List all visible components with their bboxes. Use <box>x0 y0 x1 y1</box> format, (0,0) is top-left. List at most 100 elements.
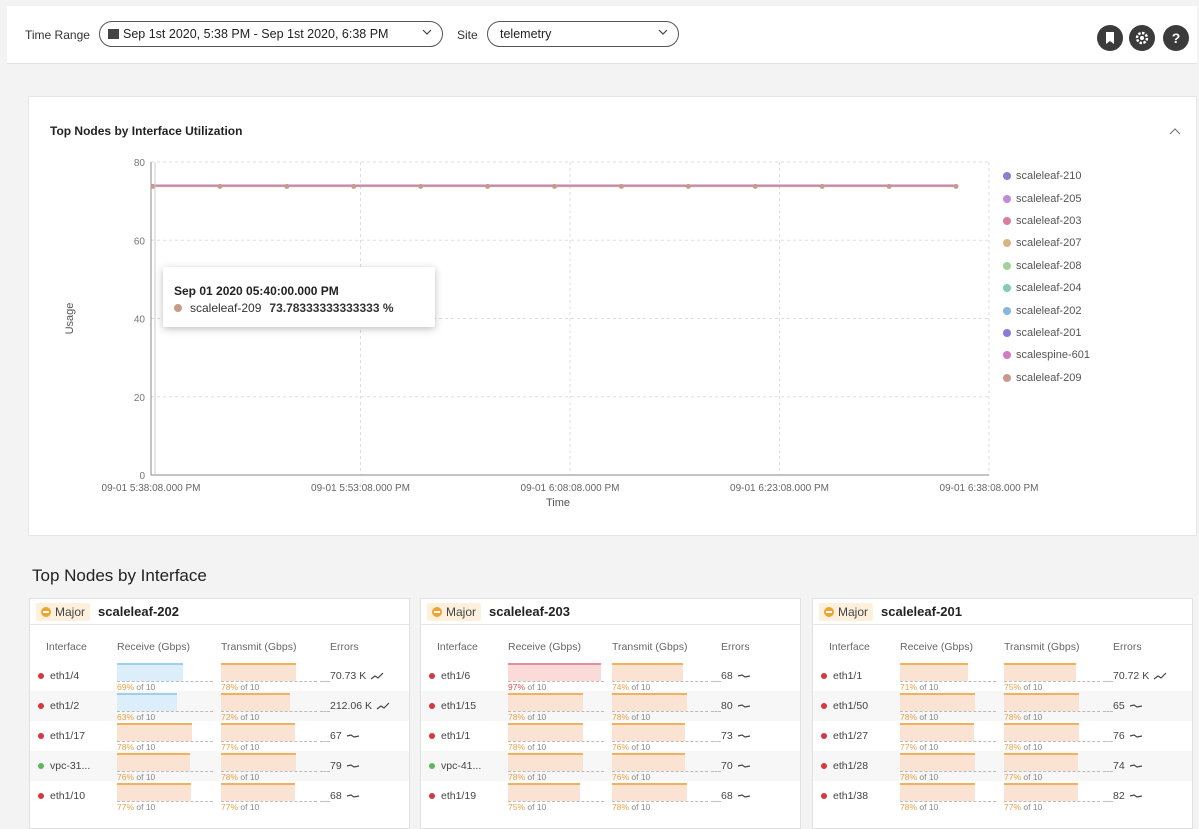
receive-bar <box>900 723 996 742</box>
errors-cell: 70 <box>721 760 751 772</box>
errors-value: 70.72 K <box>1113 670 1150 682</box>
bookmark-icon[interactable] <box>1097 25 1123 51</box>
table-row[interactable]: eth1/1 71% of 10 75% of 10 70.72 K <box>813 661 1192 692</box>
table-row[interactable]: eth1/10 77% of 10 77% of 10 68 <box>30 781 409 812</box>
table-row[interactable]: eth1/19 75% of 10 78% of 10 68 <box>421 781 800 812</box>
severity-icon <box>41 606 51 617</box>
errors-value: 70 <box>721 760 733 772</box>
table-row[interactable]: eth1/6 97% of 10 74% of 10 68 <box>421 661 800 692</box>
errors-baseline <box>711 801 721 802</box>
chart-tooltip: Sep 01 2020 05:40:00.000 PM scaleleaf-20… <box>163 267 435 327</box>
table-row[interactable]: eth1/38 78% of 10 77% of 10 82 <box>813 781 1192 812</box>
help-icon[interactable]: ? <box>1163 25 1189 51</box>
table-row[interactable]: eth1/2 63% of 10 72% of 10 212.06 K <box>30 691 409 722</box>
transmit-bar <box>1004 753 1100 772</box>
capacity-value: of 10 <box>134 802 156 812</box>
column-header: Receive (Gbps) <box>117 641 190 653</box>
bar-fill <box>612 665 683 681</box>
interface-name: vpc-31... <box>50 760 91 772</box>
interface-name: vpc-41... <box>441 760 482 772</box>
bar-fill <box>117 725 192 741</box>
legend-item[interactable]: scaleleaf-207 <box>1003 232 1090 254</box>
trend-flat-icon <box>346 734 359 738</box>
table-row[interactable]: eth1/50 78% of 10 78% of 10 65 <box>813 691 1192 722</box>
table-row[interactable]: eth1/17 78% of 10 77% of 10 67 <box>30 721 409 752</box>
table-row[interactable]: eth1/28 78% of 10 77% of 10 74 <box>813 751 1192 782</box>
bar-fill <box>508 665 601 681</box>
table-row[interactable]: vpc-31... 76% of 10 78% of 10 79 <box>30 751 409 782</box>
transmit-value: 77% of 10 <box>1004 802 1042 812</box>
errors-cell: 70.72 K <box>1113 670 1167 682</box>
transmit-bar <box>612 723 708 742</box>
site-select[interactable]: telemetry <box>487 21 679 47</box>
errors-cell: 70.73 K <box>330 670 384 682</box>
table-row[interactable]: eth1/27 77% of 10 78% of 10 76 <box>813 721 1192 752</box>
legend-item[interactable]: scaleleaf-204 <box>1003 277 1090 299</box>
table-row[interactable]: eth1/4 69% of 10 78% of 10 70.73 K <box>30 661 409 692</box>
y-tick-label: 40 <box>134 315 146 326</box>
errors-value: 82 <box>1113 790 1125 802</box>
interface-name: eth1/50 <box>833 700 869 712</box>
data-point <box>552 183 557 189</box>
legend-item[interactable]: scaleleaf-205 <box>1003 187 1090 209</box>
gear-icon[interactable] <box>1129 25 1155 51</box>
legend-item[interactable]: scaleleaf-203 <box>1003 210 1090 232</box>
receive-bar <box>900 783 996 802</box>
legend-item[interactable]: scaleleaf-202 <box>1003 299 1090 321</box>
x-tick-label: 09-01 6:23:08.000 PM <box>730 483 829 494</box>
transmit-value: 77% of 10 <box>221 802 259 812</box>
interface-cell: eth1/38 <box>821 790 868 802</box>
receive-bar <box>117 783 213 802</box>
legend-item[interactable]: scaleleaf-201 <box>1003 322 1090 344</box>
utilization-chart-card: Top Nodes by Interface Utilization 0 20 40… <box>28 96 1197 536</box>
table-row[interactable]: eth1/15 78% of 10 78% of 10 80 <box>421 691 800 722</box>
errors-baseline <box>711 711 721 712</box>
status-dot <box>38 673 44 679</box>
legend-dot <box>1003 239 1011 248</box>
severity-badge: Major <box>819 602 874 621</box>
errors-value: 74 <box>1113 760 1125 772</box>
time-range-picker[interactable]: Sep 1st 2020, 5:38 PM - Sep 1st 2020, 6:… <box>99 21 443 47</box>
interface-cell: eth1/4 <box>38 670 79 682</box>
interface-cell: eth1/50 <box>821 700 868 712</box>
receive-value: 78% of 10 <box>900 802 938 812</box>
errors-cell: 82 <box>1113 790 1143 802</box>
errors-baseline <box>1103 741 1113 742</box>
bar-fill <box>117 665 183 681</box>
data-point <box>485 183 491 189</box>
legend-item[interactable]: scaleleaf-210 <box>1003 165 1090 187</box>
interface-name: eth1/28 <box>833 760 869 772</box>
errors-cell: 73 <box>721 730 751 742</box>
node-name[interactable]: scaleleaf-201 <box>881 604 962 619</box>
status-dot <box>821 673 827 679</box>
tooltip-time: Sep 01 2020 05:40:00.000 PM <box>174 284 339 298</box>
interface-cell: eth1/6 <box>429 670 470 682</box>
trend-flat-icon <box>346 764 359 768</box>
legend-item[interactable]: scaleleaf-209 <box>1003 367 1090 389</box>
column-header: Transmit (Gbps) <box>612 641 688 653</box>
errors-baseline <box>711 771 721 772</box>
table-row[interactable]: vpc-41... 78% of 10 76% of 10 70 <box>421 751 800 782</box>
percent-value: 78% <box>900 802 918 812</box>
interface-cell: eth1/28 <box>821 760 868 772</box>
legend-item[interactable]: scalespine-601 <box>1003 344 1090 366</box>
legend-label: scaleleaf-202 <box>1016 304 1082 317</box>
errors-cell: 80 <box>721 700 751 712</box>
node-name[interactable]: scaleleaf-203 <box>489 604 570 619</box>
legend-label: scaleleaf-207 <box>1016 237 1082 250</box>
legend-item[interactable]: scaleleaf-208 <box>1003 255 1090 277</box>
interface-cell: eth1/1 <box>821 670 862 682</box>
interface-name: eth1/15 <box>441 700 477 712</box>
legend-label: scaleleaf-210 <box>1016 170 1082 183</box>
column-header: Transmit (Gbps) <box>221 641 297 653</box>
node-name[interactable]: scaleleaf-202 <box>98 604 179 619</box>
receive-bar <box>508 783 604 802</box>
column-header: Transmit (Gbps) <box>1004 641 1080 653</box>
table-row[interactable]: eth1/1 78% of 10 76% of 10 73 <box>421 721 800 752</box>
interface-cell: vpc-41... <box>429 760 481 772</box>
legend-dot <box>1003 306 1011 315</box>
transmit-bar <box>1004 783 1100 802</box>
interface-name: eth1/2 <box>50 700 80 712</box>
bar-fill <box>612 755 685 771</box>
section-title: Top Nodes by Interface <box>32 566 207 585</box>
